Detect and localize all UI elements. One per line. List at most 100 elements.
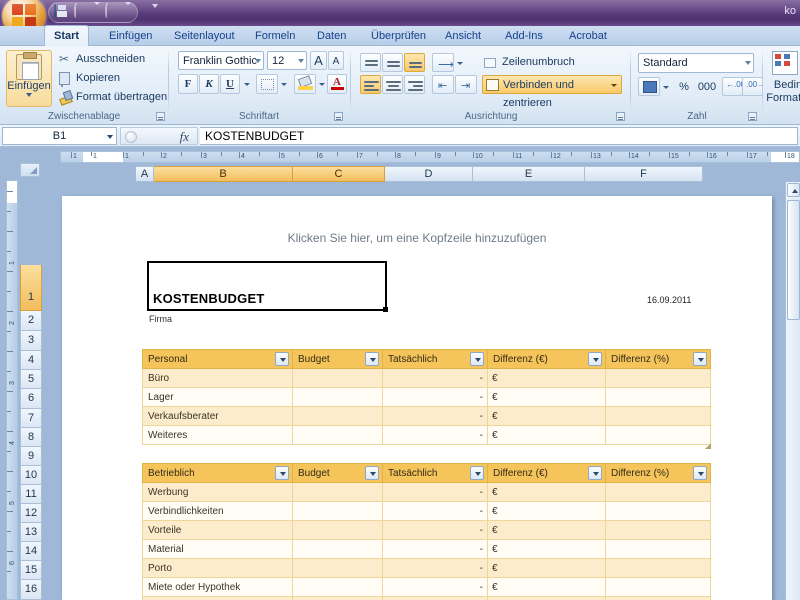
clipboard-dialog-launcher-icon[interactable] — [156, 112, 165, 121]
insert-function-icon[interactable]: fx — [180, 129, 189, 145]
align-top-button[interactable] — [360, 53, 381, 72]
name-box[interactable]: B1 — [2, 127, 117, 145]
cell-name[interactable]: Werbung — [142, 482, 293, 502]
cut-button[interactable]: ✂ Ausschneiden — [58, 51, 145, 68]
filter-icon[interactable] — [693, 352, 707, 366]
cell-diff-pct[interactable] — [605, 368, 711, 388]
cell-diff-pct[interactable] — [605, 501, 711, 521]
cell-diff-eur[interactable]: € — [487, 539, 606, 559]
cell-actual[interactable]: - — [382, 368, 488, 388]
font-name-input[interactable]: Franklin Gothic — [178, 51, 264, 70]
filter-icon[interactable] — [588, 466, 602, 480]
fill-handle[interactable] — [383, 307, 388, 312]
cell-budget[interactable] — [292, 387, 383, 407]
cell-diff-eur[interactable]: € — [487, 558, 606, 578]
save-icon[interactable] — [54, 3, 70, 21]
font-color-button[interactable]: A — [327, 74, 347, 94]
table-row[interactable]: Weiteres - € — [142, 425, 711, 445]
decrease-decimal-button[interactable]: .00→ — [742, 77, 765, 96]
row-header-1[interactable]: 1 — [20, 265, 42, 311]
cell-diff-eur[interactable]: € — [487, 577, 606, 597]
redo-icon[interactable] — [105, 2, 121, 21]
increase-indent-button[interactable]: ⇥ — [455, 75, 477, 94]
fill-color-dropdown-icon[interactable] — [316, 74, 325, 94]
orientation-dropdown-icon[interactable] — [454, 53, 463, 72]
redo-dropdown-icon[interactable] — [125, 1, 132, 21]
cell-name[interactable] — [142, 596, 293, 600]
column-header-b[interactable]: B — [154, 166, 293, 182]
chevron-down-icon[interactable] — [745, 61, 751, 65]
cell-diff-pct[interactable] — [605, 577, 711, 597]
borders-button[interactable] — [256, 74, 278, 94]
row-header-3[interactable]: 3 — [20, 331, 42, 351]
increase-decimal-button[interactable]: ←.00 — [722, 77, 745, 96]
cell-actual[interactable]: - — [382, 539, 488, 559]
percent-style-button[interactable]: % — [674, 77, 694, 96]
row-header-4[interactable]: 4 — [20, 351, 42, 370]
table-row[interactable]: Lager - € — [142, 387, 711, 407]
number-format-select[interactable]: Standard — [638, 53, 754, 73]
wrap-text-button[interactable]: Zeilenumbruch — [482, 54, 575, 71]
tab-formeln[interactable]: Formeln — [246, 26, 304, 46]
cell-actual[interactable]: - — [382, 558, 488, 578]
font-size-input[interactable]: 12 — [267, 51, 307, 70]
filter-icon[interactable] — [275, 466, 289, 480]
cell-budget[interactable] — [292, 577, 383, 597]
tab-start[interactable]: Start — [44, 25, 90, 46]
table-row[interactable]: Porto - € — [142, 558, 711, 578]
table-row[interactable]: Material - € — [142, 539, 711, 559]
cell-budget[interactable] — [292, 539, 383, 559]
alignment-dialog-launcher-icon[interactable] — [616, 112, 625, 121]
worksheet-page[interactable]: Klicken Sie hier, um eine Kopfzeile hinz… — [62, 196, 772, 600]
copy-button[interactable]: Kopieren — [58, 70, 120, 87]
column-header-a[interactable]: A — [136, 166, 154, 182]
align-left-button[interactable] — [360, 75, 381, 94]
cell-diff-pct[interactable] — [605, 406, 711, 426]
bold-button[interactable]: F — [178, 74, 198, 94]
cell-diff-pct[interactable] — [605, 558, 711, 578]
table-row[interactable]: Verbindlichkeiten - € — [142, 501, 711, 521]
selected-cell-b1[interactable]: KOSTENBUDGET — [147, 261, 387, 311]
number-dialog-launcher-icon[interactable] — [748, 112, 757, 121]
col-differenz-eur[interactable]: Differenz (€) — [487, 463, 606, 483]
cell-budget[interactable] — [292, 596, 383, 600]
row-header-6[interactable]: 6 — [20, 389, 42, 409]
cell-budget[interactable] — [292, 425, 383, 445]
col-differenz-pct[interactable]: Differenz (%) — [605, 463, 711, 483]
row-header-2[interactable]: 2 — [20, 311, 42, 331]
column-header-c[interactable]: C — [293, 166, 385, 182]
comma-style-button[interactable]: 000 — [695, 77, 719, 96]
scrollbar-thumb[interactable] — [787, 200, 800, 320]
cell-diff-pct[interactable] — [605, 387, 711, 407]
column-header-e[interactable]: E — [473, 166, 585, 182]
row-header-12[interactable]: 12 — [20, 504, 42, 523]
cell-diff-eur[interactable]: € — [487, 501, 606, 521]
column-header-d[interactable]: D — [385, 166, 473, 182]
tab-acrobat[interactable]: Acrobat — [560, 26, 616, 46]
cell-diff-pct[interactable] — [605, 596, 711, 600]
tab-ueberpruefen[interactable]: Überprüfen — [362, 26, 435, 46]
row-header-10[interactable]: 10 — [20, 466, 42, 485]
filter-icon[interactable] — [588, 352, 602, 366]
row-header-5[interactable]: 5 — [20, 370, 42, 389]
chevron-down-icon[interactable] — [298, 59, 304, 63]
cell-name[interactable]: Lager — [142, 387, 293, 407]
italic-button[interactable]: K — [199, 74, 219, 94]
format-painter-button[interactable]: Format übertragen — [58, 89, 167, 106]
cell-budget[interactable] — [292, 501, 383, 521]
currency-dropdown-icon[interactable] — [660, 77, 669, 96]
office-button[interactable] — [2, 0, 46, 26]
row-header-7[interactable]: 7 — [20, 409, 42, 428]
vertical-scrollbar[interactable] — [785, 182, 800, 600]
row-header-15[interactable]: 15 — [20, 561, 42, 580]
cell-actual[interactable]: - — [382, 406, 488, 426]
cell-actual[interactable]: - — [382, 387, 488, 407]
table-betrieblich[interactable]: Betrieblich Budget Tatsächlich Differenz… — [142, 463, 711, 600]
formula-input[interactable]: KOSTENBUDGET — [200, 127, 798, 145]
cell-name[interactable]: Büro — [142, 368, 293, 388]
header-placeholder[interactable]: Klicken Sie hier, um eine Kopfzeile hinz… — [62, 231, 772, 245]
table-resize-handle[interactable] — [705, 443, 711, 449]
cell-budget[interactable] — [292, 406, 383, 426]
column-header-f[interactable]: F — [585, 166, 703, 182]
col-budget[interactable]: Budget — [292, 463, 383, 483]
